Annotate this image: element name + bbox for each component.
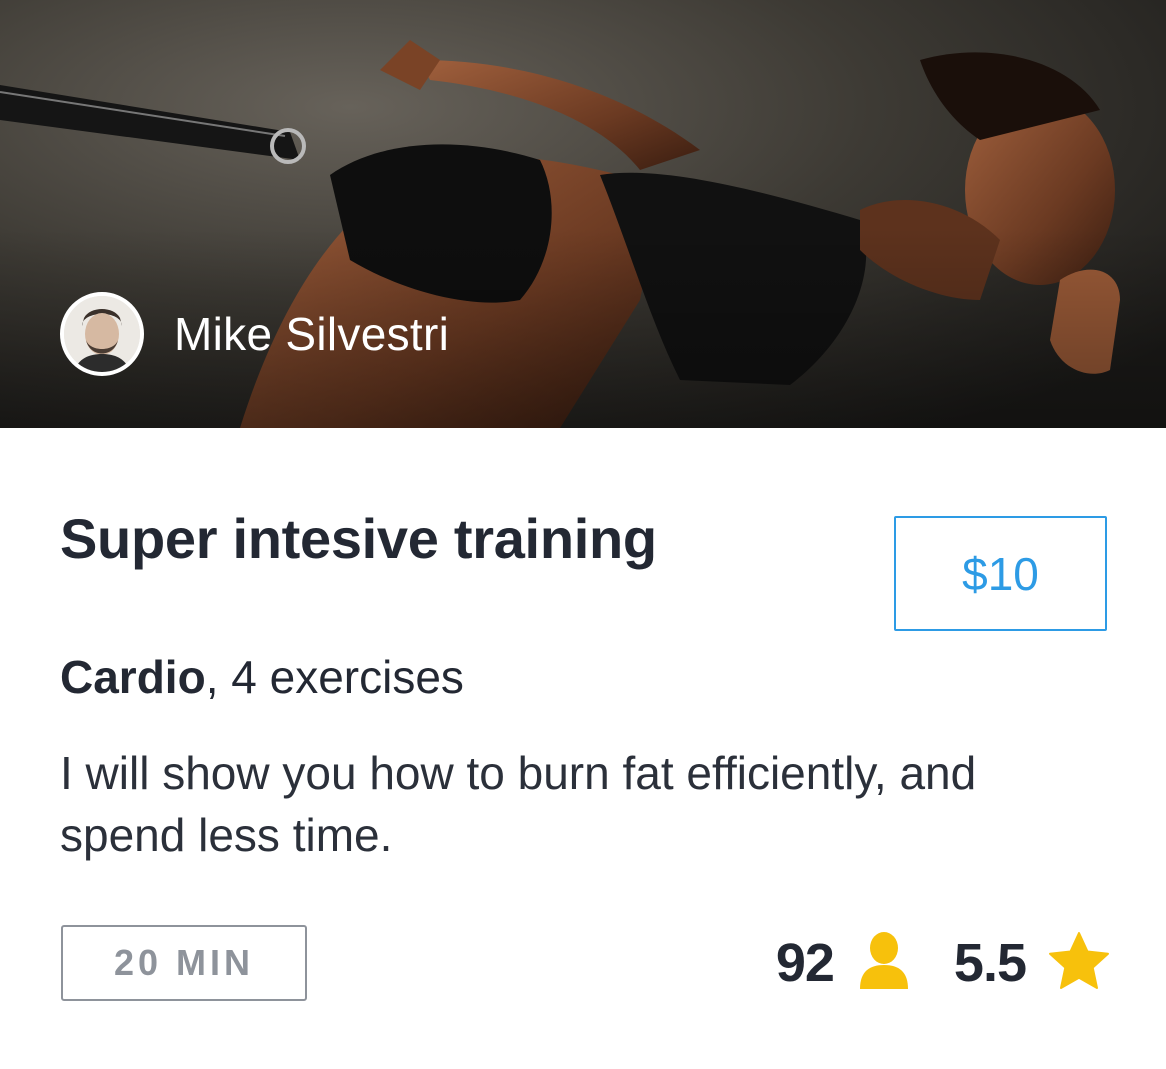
price-button[interactable]: $10	[894, 516, 1107, 631]
author-avatar[interactable]	[60, 292, 144, 376]
duration-badge: 20 MIN	[61, 925, 307, 1001]
exercise-count: , 4 exercises	[205, 651, 464, 703]
author-name[interactable]: Mike Silvestri	[174, 307, 449, 361]
course-category: Cardio	[60, 651, 206, 703]
course-title: Super intesive training	[60, 507, 657, 570]
author-face-icon	[64, 296, 140, 372]
course-meta: Cardio, 4 exercises	[60, 650, 464, 704]
star-icon	[1048, 931, 1110, 996]
user-icon	[856, 931, 912, 996]
participants-count: 92	[775, 933, 835, 993]
rating-value: 5.5	[953, 933, 1027, 993]
author[interactable]: Mike Silvestri	[60, 292, 449, 376]
course-card[interactable]: Mike Silvestri Super intesive training $…	[0, 0, 1166, 1069]
hero-image: Mike Silvestri	[0, 0, 1166, 428]
course-description: I will show you how to burn fat efficien…	[60, 747, 977, 861]
course-stats: 92 5.5	[776, 928, 1110, 998]
